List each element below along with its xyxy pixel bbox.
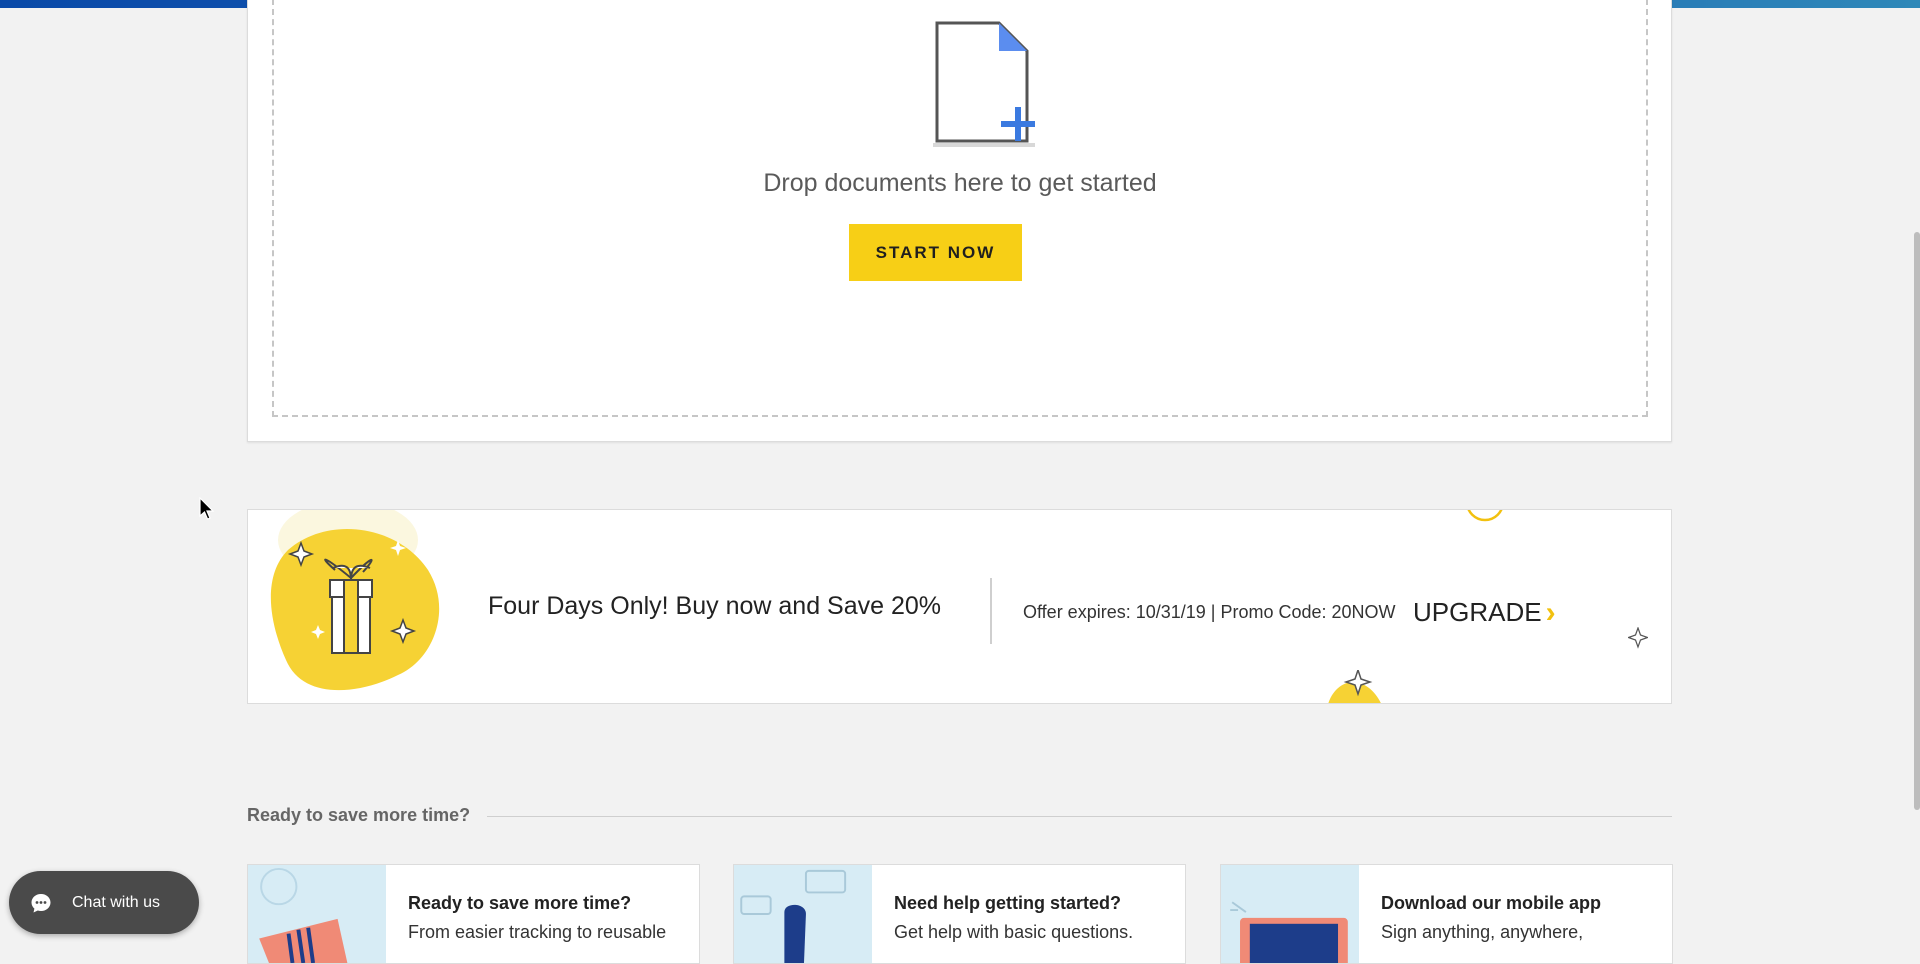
section-title: Ready to save more time? — [247, 805, 471, 825]
promo-headline: Four Days Only! Buy now and Save 20% — [488, 592, 942, 620]
gift-illustration — [270, 510, 440, 691]
drop-documents-text: Drop documents here to get started — [763, 169, 1157, 197]
sparkle-icon — [1628, 627, 1648, 649]
mouse-cursor-icon — [199, 497, 215, 520]
chat-with-us-button[interactable]: Chat with us — [9, 871, 199, 934]
promo-divider — [990, 578, 992, 644]
help-person-illustration-icon — [734, 865, 872, 963]
chat-bubble-icon — [31, 893, 51, 912]
card-description: Get help with basic questions. — [894, 922, 1134, 942]
add-document-icon — [933, 21, 1035, 147]
card-description: From easier tracking to reusable — [408, 922, 667, 942]
promo-offer-text: Offer expires: 10/31/19 | Promo Code: 20… — [1023, 602, 1396, 622]
document-drop-zone[interactable]: Drop documents here to get started — [272, 0, 1648, 417]
chevron-right-icon: › — [1545, 595, 1556, 629]
mobile-app-illustration-icon — [1221, 865, 1359, 963]
card-mobile-app[interactable]: Download our mobile app Sign anything, a… — [1220, 864, 1673, 964]
section-divider — [487, 816, 1672, 817]
page-scrollbar[interactable] — [1914, 232, 1920, 810]
card-title: Need help getting started? — [894, 893, 1122, 913]
tools-illustration-icon — [248, 865, 386, 963]
sparkle-blob-decoration-icon — [1328, 670, 1381, 703]
chat-label: Chat with us — [72, 893, 161, 911]
upgrade-link[interactable]: UPGRADE › — [1413, 597, 1556, 628]
card-title: Ready to save more time? — [408, 893, 632, 913]
circle-decoration-icon — [1467, 510, 1503, 522]
start-now-button[interactable]: START NOW — [849, 224, 1022, 281]
upload-panel: Drop documents here to get started — [247, 0, 1672, 442]
card-save-time[interactable]: Ready to save more time? From easier tra… — [247, 864, 700, 964]
card-help-started[interactable]: Need help getting started? Get help with… — [733, 864, 1186, 964]
promo-banner: Four Days Only! Buy now and Save 20% Off… — [247, 509, 1672, 704]
card-description: Sign anything, anywhere, — [1381, 922, 1584, 942]
upgrade-label: UPGRADE — [1413, 597, 1542, 627]
card-title: Download our mobile app — [1381, 893, 1601, 913]
